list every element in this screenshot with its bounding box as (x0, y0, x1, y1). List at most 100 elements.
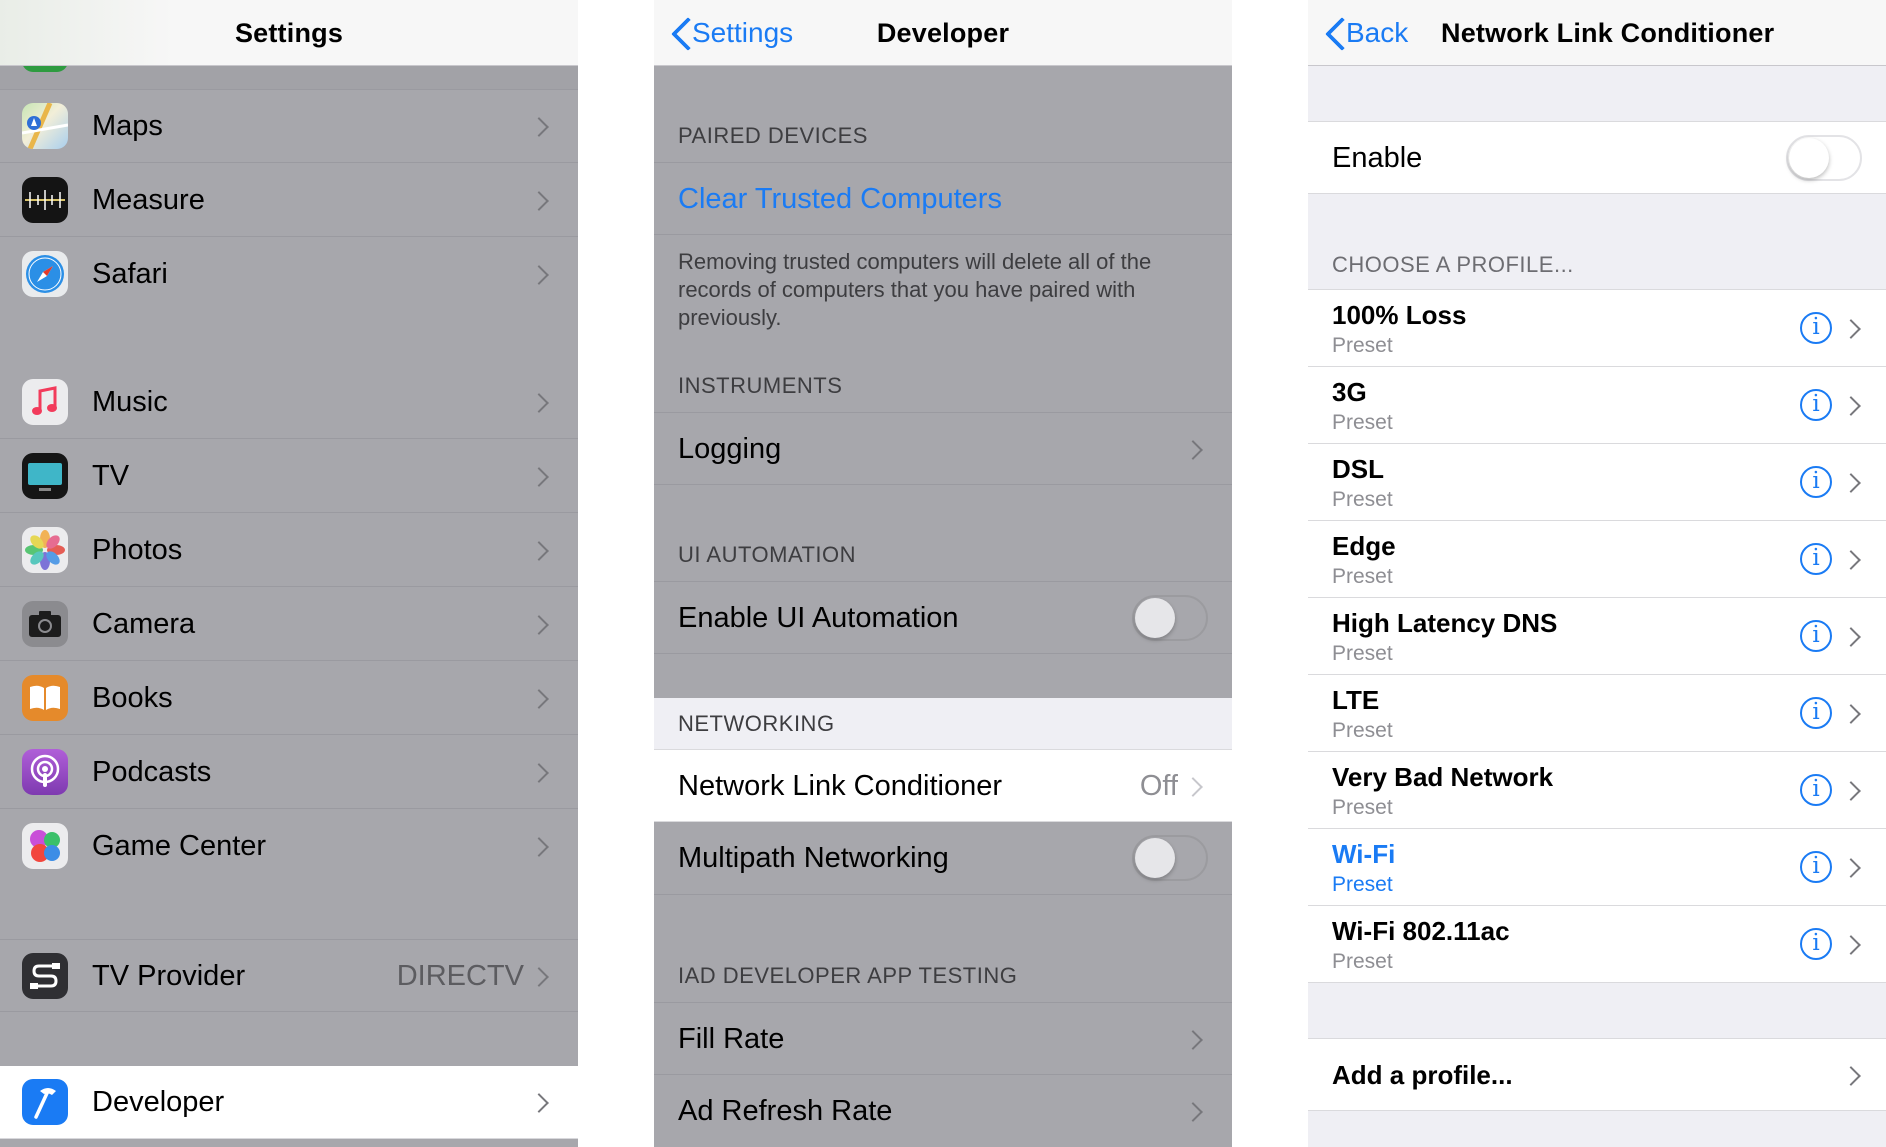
music-icon (22, 379, 68, 425)
info-icon[interactable]: i (1800, 774, 1832, 806)
ad-refresh-rate-row[interactable]: Ad Refresh Rate (654, 1075, 1232, 1147)
profile-list: 100% Loss Preset i 3G Preset i DSL Prese… (1308, 289, 1886, 984)
profile-row-dsl[interactable]: DSL Preset i (1308, 444, 1886, 521)
profile-name: 3G (1332, 377, 1367, 407)
profile-row-100-loss[interactable]: 100% Loss Preset i (1308, 290, 1886, 367)
add-profile-row[interactable]: Add a profile... (1308, 1038, 1886, 1111)
maps-icon (22, 103, 68, 149)
game-center-icon (22, 823, 68, 869)
chevron-right-icon (529, 191, 549, 211)
settings-navbar: Settings (0, 0, 578, 66)
logging-row[interactable]: Logging (654, 412, 1232, 485)
profile-type: Preset (1332, 719, 1393, 742)
info-icon[interactable]: i (1800, 620, 1832, 652)
chevron-right-icon (529, 393, 549, 413)
photos-icon (22, 527, 68, 573)
settings-item-music[interactable]: Music (0, 366, 578, 439)
profile-row-high-latency-dns[interactable]: High Latency DNS Preset i (1308, 598, 1886, 675)
profile-row-wifi-selected[interactable]: Wi-Fi Preset i (1308, 829, 1886, 906)
chevron-right-icon (529, 689, 549, 709)
info-icon[interactable]: i (1800, 389, 1832, 421)
profile-name: Wi-Fi 802.11ac (1332, 916, 1510, 946)
profile-type: Preset (1332, 642, 1393, 665)
toggle-knob (1135, 838, 1175, 878)
tv-provider-icon (22, 953, 68, 999)
chevron-right-icon (1841, 1066, 1861, 1086)
profile-row-very-bad-network[interactable]: Very Bad Network Preset i (1308, 752, 1886, 829)
chevron-right-icon (1841, 396, 1861, 416)
profile-type: Preset (1332, 565, 1393, 588)
profile-type: Preset (1332, 488, 1393, 511)
chevron-right-icon (1183, 440, 1203, 460)
settings-item-safari[interactable]: Safari (0, 238, 578, 311)
settings-item-label: Photos (92, 534, 183, 566)
profile-row-3g[interactable]: 3G Preset i (1308, 367, 1886, 444)
chevron-right-icon (1841, 858, 1861, 878)
profile-row-lte[interactable]: LTE Preset i (1308, 675, 1886, 752)
settings-item-label: Measure (92, 184, 205, 216)
toggle-knob (1789, 138, 1829, 178)
chevron-right-icon (1841, 550, 1861, 570)
settings-item-photos[interactable]: Photos (0, 514, 578, 587)
developer-icon (22, 1079, 68, 1125)
profile-name: DSL (1332, 454, 1384, 484)
measure-icon (22, 177, 68, 223)
tv-provider-label: TV Provider (92, 960, 246, 992)
chevron-left-icon (1320, 0, 1346, 66)
networking-header: NETWORKING (678, 711, 835, 736)
settings-item-camera[interactable]: Camera (0, 588, 578, 661)
network-link-conditioner-row[interactable]: Network Link Conditioner Off (654, 749, 1232, 822)
choose-profile-header: CHOOSE A PROFILE... (1332, 252, 1574, 277)
chevron-right-icon (529, 763, 549, 783)
chevron-right-icon (1183, 777, 1203, 797)
podcasts-icon (22, 749, 68, 795)
settings-item-tv[interactable]: TV (0, 440, 578, 513)
settings-item-books[interactable]: Books (0, 662, 578, 735)
multipath-toggle[interactable] (1132, 835, 1208, 881)
page-title: Network Link Conditioner (1441, 18, 1775, 48)
developer-panel: Settings Developer PAIRED DEVICES Clear … (654, 0, 1232, 1147)
fill-rate-label: Fill Rate (678, 1023, 785, 1055)
settings-item-measure[interactable]: Measure (0, 164, 578, 237)
settings-item-maps[interactable]: Maps (0, 90, 578, 163)
info-icon[interactable]: i (1800, 851, 1832, 883)
chevron-right-icon (1841, 473, 1861, 493)
enable-toggle[interactable] (1786, 135, 1862, 181)
info-icon[interactable]: i (1800, 697, 1832, 729)
ui-automation-header: UI AUTOMATION (678, 542, 857, 567)
toggle-knob (1135, 598, 1175, 638)
profile-type: Preset (1332, 411, 1393, 434)
back-button[interactable]: Back (1320, 0, 1408, 66)
chevron-right-icon (1841, 781, 1861, 801)
enable-ui-automation-toggle[interactable] (1132, 595, 1208, 641)
paired-devices-header: PAIRED DEVICES (678, 123, 868, 148)
instruments-header: INSTRUMENTS (678, 373, 843, 398)
logging-label: Logging (678, 433, 782, 465)
settings-item-developer[interactable]: Developer (0, 1066, 578, 1139)
clear-trusted-computers-button[interactable]: Clear Trusted Computers (654, 162, 1232, 235)
chevron-right-icon (1841, 319, 1861, 339)
profile-name: 100% Loss (1332, 300, 1467, 330)
chevron-right-icon (1841, 935, 1861, 955)
chevron-right-icon (1183, 1102, 1203, 1122)
books-icon (22, 675, 68, 721)
settings-item-podcasts[interactable]: Podcasts (0, 736, 578, 809)
fill-rate-row[interactable]: Fill Rate (654, 1002, 1232, 1075)
profile-row-wifi-80211ac[interactable]: Wi-Fi 802.11ac Preset i (1308, 906, 1886, 983)
settings-item-tv-provider[interactable]: TV Provider DIRECTV (0, 939, 578, 1012)
enable-row: Enable (1308, 121, 1886, 194)
settings-item-game-center[interactable]: Game Center (0, 810, 578, 883)
profile-row-edge[interactable]: Edge Preset i (1308, 521, 1886, 598)
network-link-conditioner-value: Off (1139, 770, 1178, 802)
chevron-right-icon (529, 541, 549, 561)
clear-trusted-label: Clear Trusted Computers (678, 183, 1002, 215)
info-icon[interactable]: i (1800, 312, 1832, 344)
info-icon[interactable]: i (1800, 466, 1832, 498)
info-icon[interactable]: i (1800, 543, 1832, 575)
chevron-right-icon (529, 265, 549, 285)
chevron-right-icon (529, 967, 549, 987)
chevron-right-icon (529, 615, 549, 635)
chevron-right-icon (1841, 627, 1861, 647)
info-icon[interactable]: i (1800, 928, 1832, 960)
settings-item-label: Game Center (92, 830, 267, 862)
